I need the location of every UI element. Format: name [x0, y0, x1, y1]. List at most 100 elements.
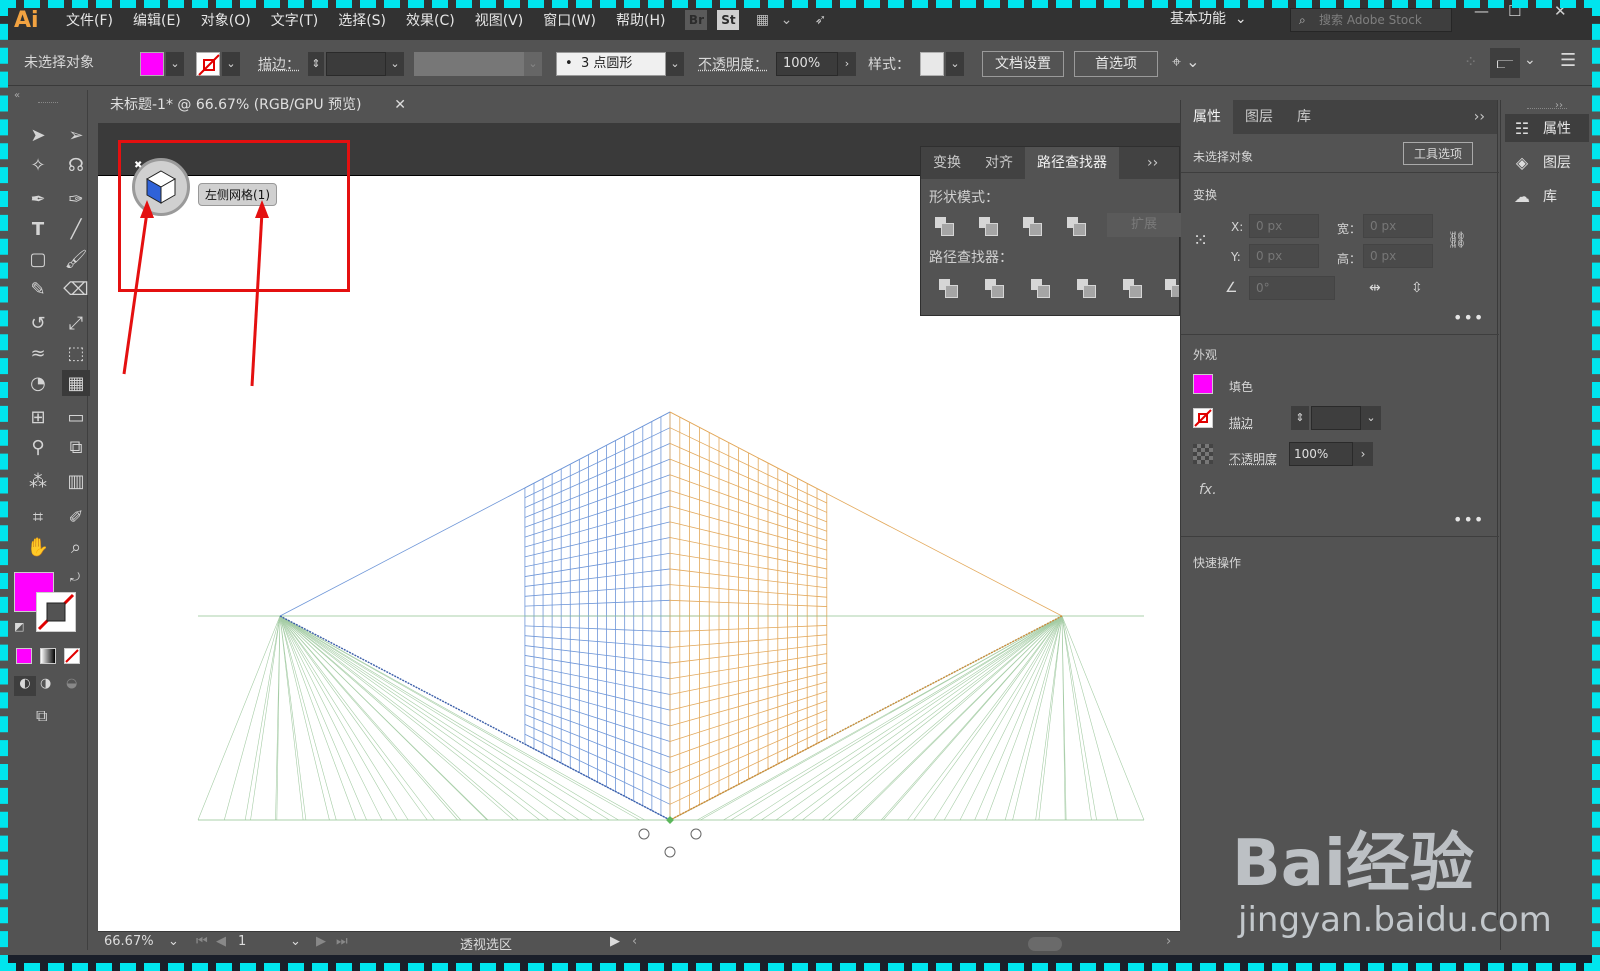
draw-normal-icon[interactable]: ◐: [14, 676, 36, 696]
stroke-weight-field[interactable]: [1311, 406, 1361, 430]
default-colors-icon[interactable]: ◩: [14, 620, 24, 633]
height-field[interactable]: 0 px: [1363, 244, 1433, 268]
artboard-number[interactable]: 1: [238, 934, 246, 949]
tab-pathfinder[interactable]: 路径查找器: [1025, 147, 1119, 179]
swap-colors-icon[interactable]: ⤾: [70, 570, 80, 585]
chevron-down-icon[interactable]: ⌄: [1524, 52, 1536, 68]
outline-icon[interactable]: [1123, 279, 1142, 298]
arrange-icon[interactable]: ⫍: [1490, 48, 1520, 78]
gradient-tool-icon[interactable]: ▭: [62, 404, 90, 430]
scroll-right-icon[interactable]: ›: [1166, 934, 1171, 949]
stock-button[interactable]: St: [717, 10, 740, 30]
tab-libraries[interactable]: 库: [1285, 100, 1323, 134]
crop-icon[interactable]: [1077, 279, 1096, 298]
style-dropdown[interactable]: ⌄: [946, 52, 964, 76]
stroke-color-box[interactable]: [36, 592, 76, 632]
none-mode-icon[interactable]: [64, 648, 80, 664]
effects-icon[interactable]: fx.: [1199, 482, 1217, 498]
scroll-left-icon[interactable]: ‹: [632, 934, 637, 949]
exclude-icon[interactable]: [1067, 217, 1086, 236]
variable-width-profile[interactable]: [414, 52, 524, 76]
stroke-label[interactable]: 描边: [1229, 414, 1253, 431]
opacity-arrow[interactable]: ›: [838, 52, 856, 76]
tool-options-button[interactable]: 工具选项: [1403, 142, 1474, 165]
hand-tool-icon[interactable]: ✋: [24, 534, 52, 560]
origin-handle[interactable]: [666, 816, 674, 824]
slice-tool-icon[interactable]: ✐: [62, 504, 90, 530]
minimize-icon[interactable]: —: [1474, 2, 1489, 20]
last-artboard-icon[interactable]: ⏭: [336, 934, 348, 949]
draw-inside-icon[interactable]: ◒: [66, 676, 77, 691]
workspace-switcher[interactable]: 基本功能 ⌄: [1170, 8, 1247, 28]
gradient-mode-icon[interactable]: [40, 648, 56, 664]
graphic-style-swatch[interactable]: [920, 52, 944, 76]
blend-tool-icon[interactable]: ⧉: [62, 434, 90, 460]
eyedropper-icon[interactable]: ⚲: [24, 434, 52, 460]
constrain-proportions-icon[interactable]: ⛓: [1447, 230, 1467, 249]
flip-vertical-icon[interactable]: ⇳: [1411, 280, 1423, 296]
brush-dropdown[interactable]: ⌄: [666, 52, 684, 76]
grid-extent-handle[interactable]: [664, 846, 676, 858]
left-ground-handle[interactable]: [638, 828, 650, 840]
right-ground-handle[interactable]: [690, 828, 702, 840]
panel-menu-icon[interactable]: ☰: [1560, 50, 1576, 71]
profile-dropdown[interactable]: ⌄: [524, 52, 542, 76]
color-mode-icon[interactable]: [16, 648, 32, 664]
reference-point-icon[interactable]: ⁙: [1193, 230, 1208, 251]
opacity-field[interactable]: 100%: [1289, 442, 1353, 466]
opacity-field[interactable]: 100%: [776, 52, 838, 76]
y-field[interactable]: 0 px: [1249, 244, 1319, 268]
chevron-down-icon[interactable]: ⌄: [775, 10, 797, 30]
preferences-button[interactable]: 首选项: [1074, 51, 1158, 77]
more-options-icon[interactable]: •••: [1453, 510, 1484, 529]
minus-back-icon[interactable]: [1165, 279, 1179, 297]
collapse-icon[interactable]: ››: [1555, 100, 1563, 111]
fill-swatch[interactable]: [1193, 374, 1213, 394]
rotate-field[interactable]: 0°: [1249, 276, 1335, 300]
close-icon[interactable]: ✕: [1554, 2, 1567, 20]
stroke-swatch[interactable]: [1193, 408, 1213, 428]
menu-window[interactable]: 窗口(W): [533, 10, 606, 30]
trim-icon[interactable]: [985, 279, 1004, 298]
column-graph-icon[interactable]: ▥: [62, 468, 90, 494]
stock-search-input[interactable]: ⌕ 搜索 Adobe Stock: [1290, 8, 1452, 32]
minus-front-icon[interactable]: [979, 217, 998, 236]
feather-icon[interactable]: ➶: [809, 10, 831, 30]
mesh-tool-icon[interactable]: ⊞: [24, 404, 52, 430]
menu-view[interactable]: 视图(V): [465, 10, 534, 30]
zoom-level[interactable]: 66.67%: [104, 934, 154, 949]
chevron-down-icon[interactable]: ⌄: [290, 934, 301, 949]
opacity-arrow[interactable]: ›: [1353, 442, 1373, 466]
stroke-weight-stepper[interactable]: ⇕: [1291, 406, 1309, 430]
bridge-button[interactable]: Br: [685, 10, 708, 30]
tab-layers[interactable]: 图层: [1233, 100, 1285, 134]
stroke-weight-dropdown[interactable]: ⌄: [1361, 406, 1381, 430]
intersect-icon[interactable]: [1023, 217, 1042, 236]
dock-properties[interactable]: ☷ 属性: [1505, 114, 1589, 142]
menu-help[interactable]: 帮助(H): [606, 10, 675, 30]
menu-effect[interactable]: 效果(C): [396, 10, 465, 30]
more-options-icon[interactable]: •••: [1453, 308, 1484, 327]
grid-options-icon[interactable]: ⁘: [1464, 52, 1477, 71]
unite-icon[interactable]: [935, 217, 954, 236]
dock-layers[interactable]: ◈ 图层: [1511, 148, 1571, 176]
merge-icon[interactable]: [1031, 279, 1050, 298]
status-menu-arrow[interactable]: ▶: [610, 934, 620, 949]
tab-transform[interactable]: 变换: [921, 147, 973, 179]
previous-artboard-icon[interactable]: ◀: [216, 934, 226, 949]
panel-expand-icon[interactable]: ››: [1462, 100, 1497, 134]
divide-icon[interactable]: [939, 279, 958, 298]
dock-libraries[interactable]: ☁ 库: [1511, 182, 1557, 210]
maximize-icon[interactable]: ☐: [1508, 2, 1521, 20]
tab-align[interactable]: 对齐: [973, 147, 1025, 179]
panel-expand-icon[interactable]: ››: [1119, 147, 1158, 179]
opacity-label[interactable]: 不透明度：: [698, 54, 768, 74]
draw-behind-icon[interactable]: ◑: [40, 676, 51, 691]
artboard-tool-icon[interactable]: ⌗: [24, 504, 52, 530]
tab-properties[interactable]: 属性: [1181, 100, 1233, 134]
zoom-tool-icon[interactable]: ⌕: [62, 534, 90, 560]
width-field[interactable]: 0 px: [1363, 214, 1433, 238]
x-field[interactable]: 0 px: [1249, 214, 1319, 238]
screen-mode-icon[interactable]: ⧉: [36, 706, 47, 726]
opacity-label[interactable]: 不透明度: [1229, 450, 1277, 467]
